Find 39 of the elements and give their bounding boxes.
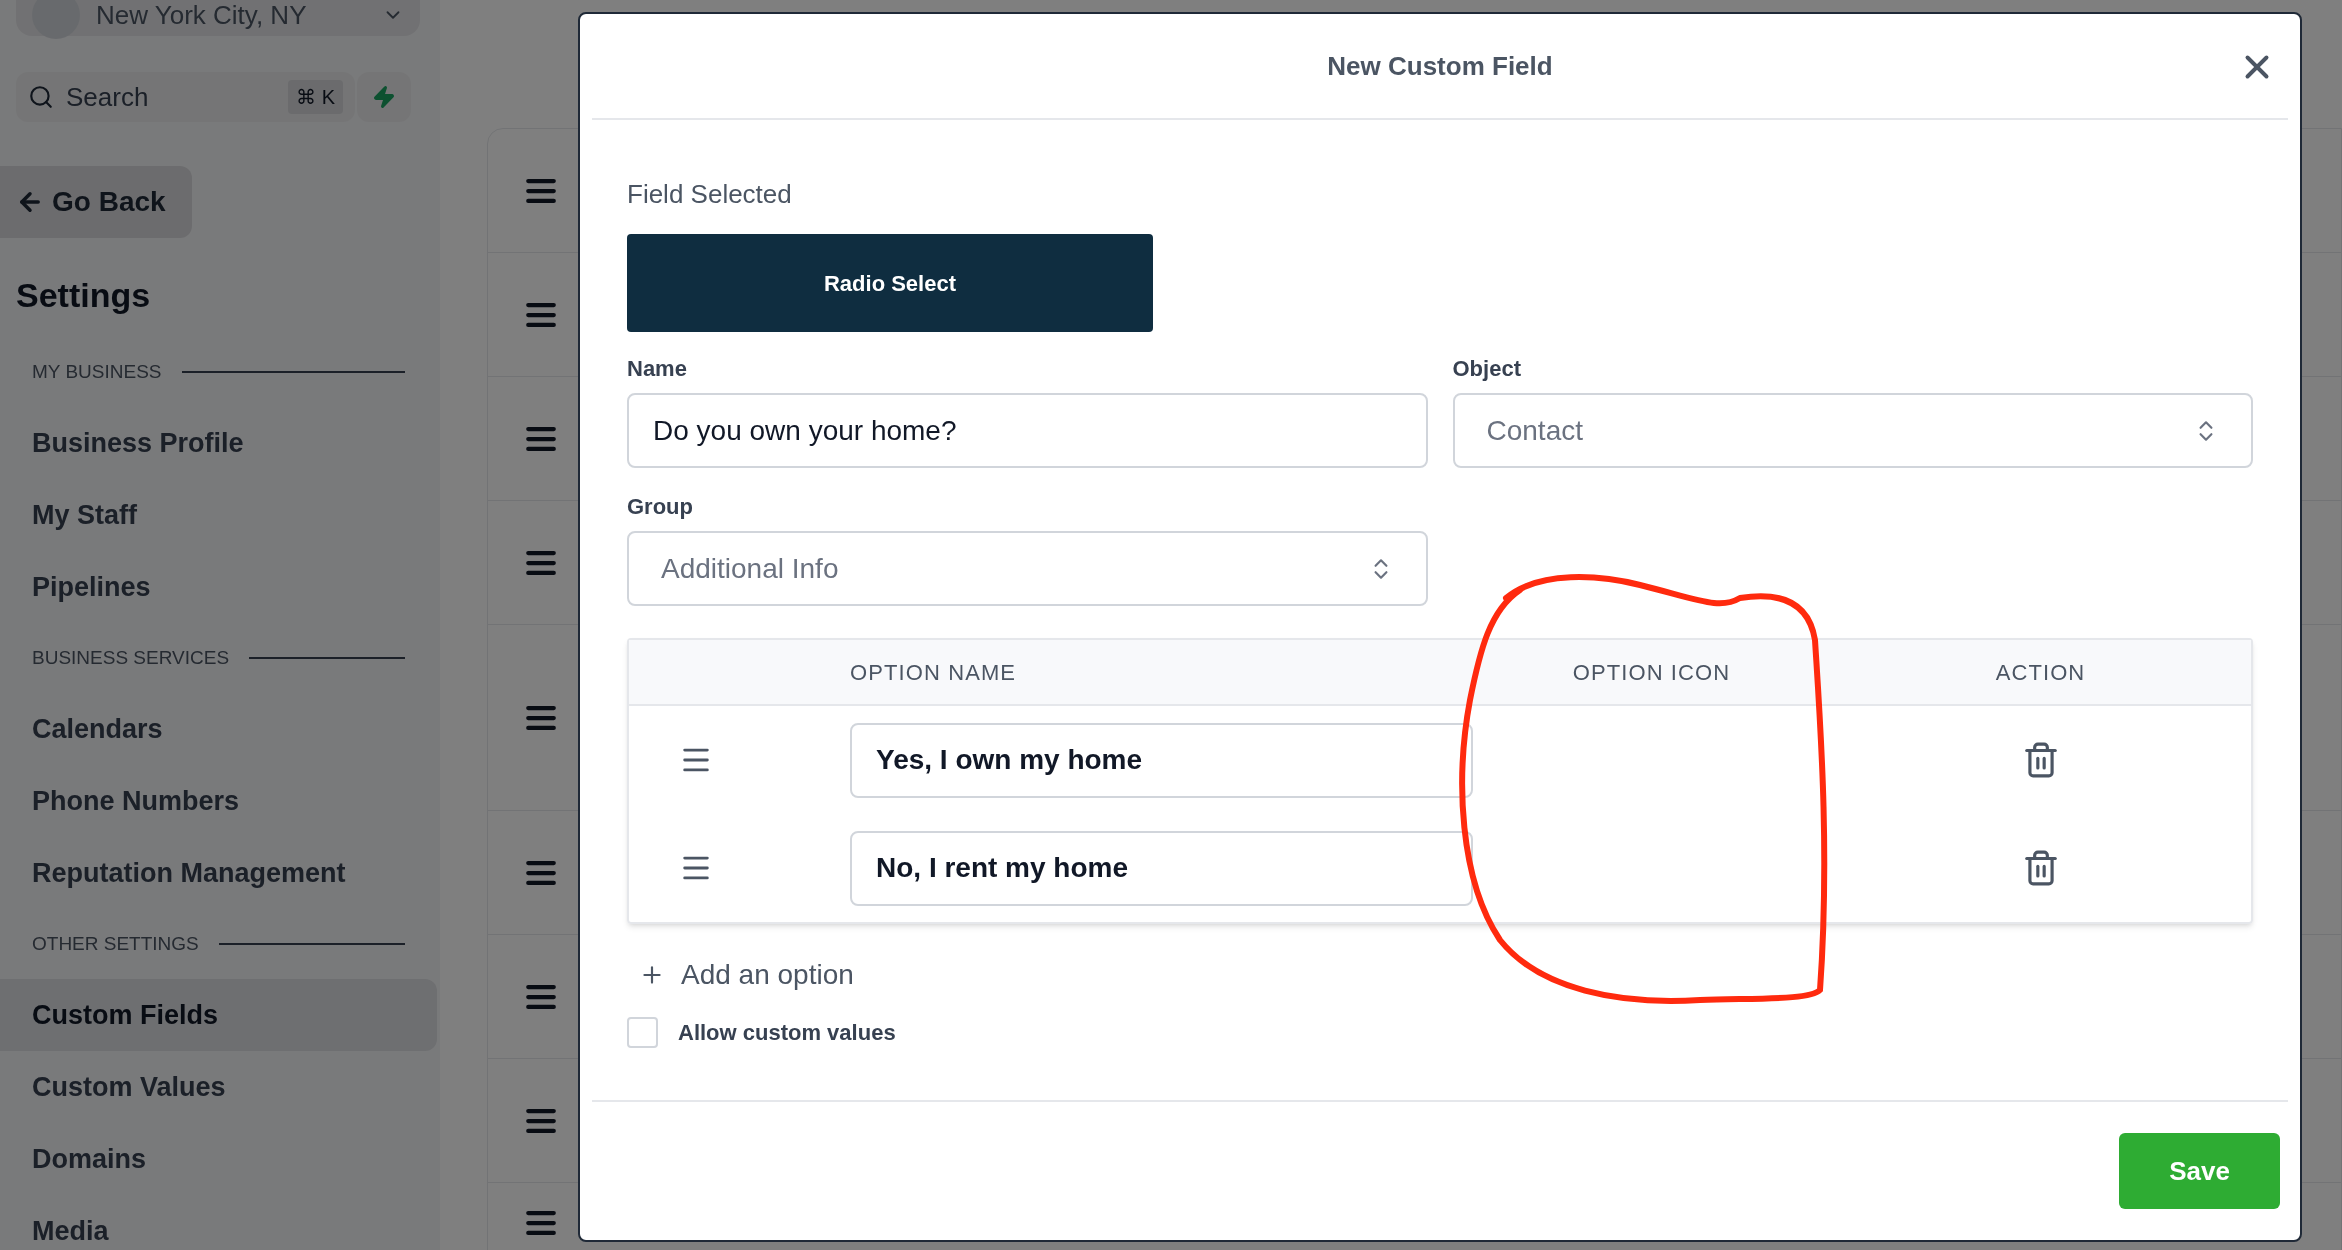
nav-item[interactable]: Business Profile xyxy=(0,407,437,479)
object-select[interactable]: Contact xyxy=(1452,393,2253,468)
section-heading: BUSINESS SERVICES xyxy=(32,645,230,670)
nav-item[interactable]: Pipelines xyxy=(0,551,437,623)
dialog-title: New Custom Field xyxy=(1327,49,1553,83)
search-icon xyxy=(28,84,54,110)
option-name-input[interactable]: Yes, I own my home xyxy=(850,722,1473,798)
group-select[interactable]: Additional Info xyxy=(627,531,1428,606)
column-header: OPTION ICON xyxy=(1571,658,1732,687)
name-input[interactable]: Do you own your home? xyxy=(627,393,1428,468)
checkbox-label: Allow custom values xyxy=(678,1019,896,1047)
nav-item[interactable]: Reputation Management xyxy=(0,837,437,909)
section-heading: MY BUSINESS xyxy=(32,359,162,384)
nav-item[interactable]: Phone Numbers xyxy=(0,765,437,837)
nav-item[interactable]: Calendars xyxy=(0,693,437,765)
lightning-icon xyxy=(372,85,396,109)
add-option-link[interactable]: Add an option xyxy=(639,954,854,996)
column-header: ACTION xyxy=(1994,658,2087,687)
field-type-button[interactable]: Radio Select xyxy=(627,234,1153,332)
section-heading: OTHER SETTINGS xyxy=(32,931,199,956)
go-back-button[interactable]: Go Back xyxy=(0,166,192,238)
field-label: Group xyxy=(627,493,694,521)
location-selector[interactable]: New York City, NY xyxy=(16,0,420,36)
column-header: OPTION NAME xyxy=(850,658,1018,687)
nav-item[interactable]: Media xyxy=(0,1195,437,1250)
nav-item[interactable]: Custom Values xyxy=(0,1051,437,1123)
nav-item[interactable]: Custom Fields xyxy=(0,979,437,1051)
option-name-input[interactable]: No, I rent my home xyxy=(850,830,1473,906)
settings-title: Settings xyxy=(15,275,152,316)
save-button[interactable]: Save xyxy=(2119,1133,2280,1209)
checkbox[interactable] xyxy=(627,1017,658,1048)
nav-item[interactable]: Domains xyxy=(0,1123,437,1195)
search-field[interactable]: Search ⌘ K xyxy=(16,72,355,122)
field-label: Object xyxy=(1452,355,1522,383)
shortcut-key: ⌘ K xyxy=(288,80,343,114)
field-label: Name xyxy=(627,355,688,383)
search-input[interactable]: Search xyxy=(66,77,277,117)
nav-item[interactable]: My Staff xyxy=(0,479,437,551)
field-selected-label: Field Selected xyxy=(627,178,793,211)
